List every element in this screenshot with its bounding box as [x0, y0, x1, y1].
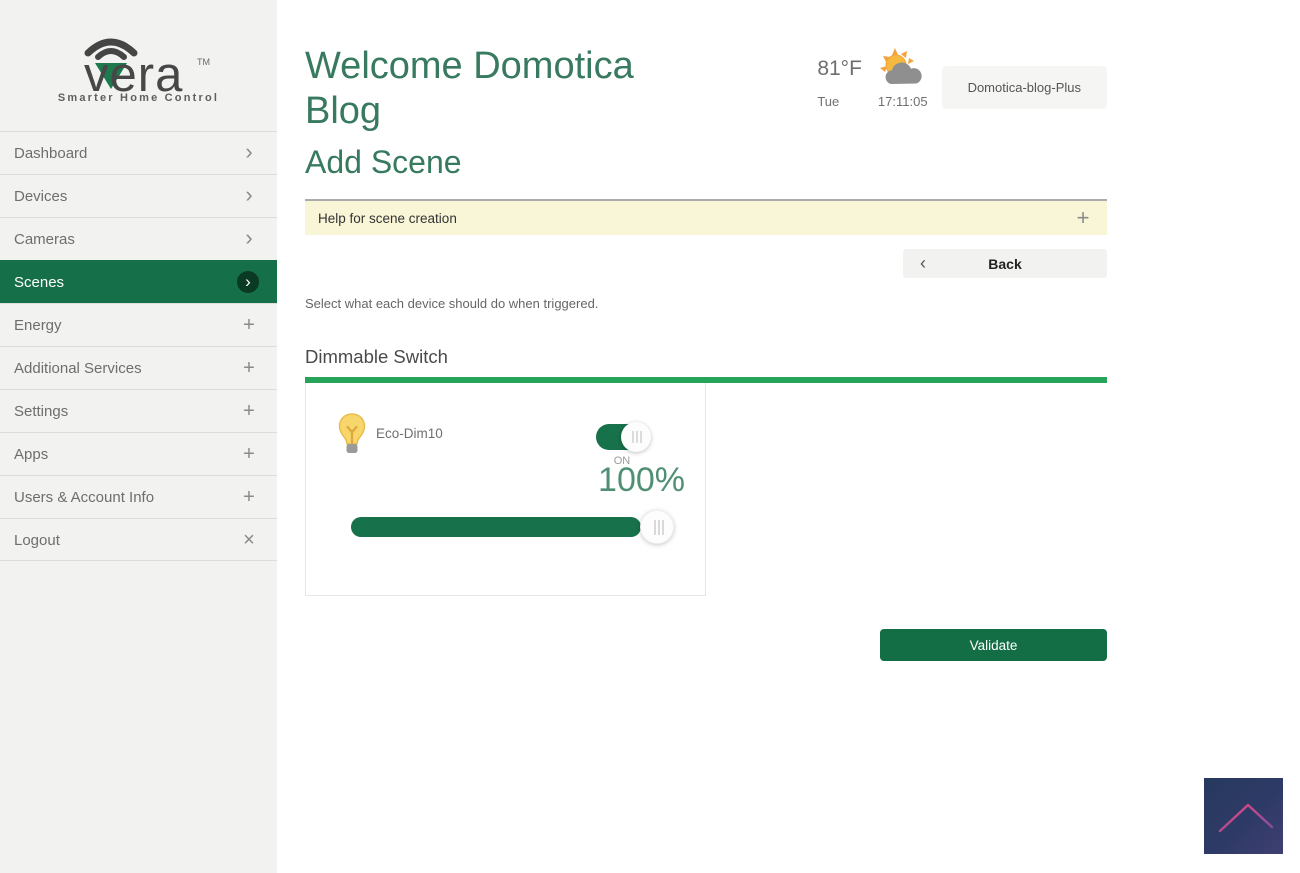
device-type-title: Dimmable Switch	[305, 346, 1107, 368]
back-button[interactable]: ‹ Back	[903, 249, 1107, 278]
plus-icon	[237, 390, 261, 433]
help-banner[interactable]: Help for scene creation +	[305, 199, 1107, 235]
sidebar-item-energy[interactable]: Energy	[0, 303, 277, 346]
device-card: Eco-Dim10 ON 100%	[305, 383, 706, 596]
vera-logo-icon: vera TM	[64, 28, 214, 94]
plus-icon	[237, 304, 261, 347]
weekday-label: Tue	[817, 94, 862, 109]
dim-level-value: 100%	[598, 461, 685, 500]
sidebar-item-label: Logout	[14, 532, 60, 549]
slider-knob[interactable]	[640, 510, 674, 544]
validate-button[interactable]: Validate	[880, 629, 1107, 661]
chevron-up-icon	[1204, 778, 1283, 854]
scroll-to-top-button[interactable]	[1204, 778, 1283, 854]
back-button-label: Back	[988, 256, 1021, 272]
sidebar-item-users-account-info[interactable]: Users & Account Info	[0, 475, 277, 518]
sidebar-item-label: Users & Account Info	[14, 489, 154, 506]
sidebar-item-scenes[interactable]: Scenes	[0, 260, 277, 303]
toggle-knob[interactable]	[621, 422, 651, 452]
chevron-right-icon	[237, 271, 259, 293]
vera-app-window: vera TM Smarter Home Control Dashboard D…	[0, 0, 1300, 873]
dim-level-slider[interactable]	[351, 510, 675, 544]
svg-text:TM: TM	[197, 57, 210, 67]
main-content: Welcome Domotica Blog 81°F	[277, 0, 1107, 661]
device-name: Eco-Dim10	[376, 426, 443, 441]
sidebar: vera TM Smarter Home Control Dashboard D…	[0, 0, 277, 873]
instruction-text: Select what each device should do when t…	[305, 296, 1107, 311]
close-icon	[237, 519, 261, 562]
weather-widget: 81°F	[817, 48, 927, 109]
sun-behind-cloud-icon	[878, 48, 926, 90]
sidebar-item-label: Additional Services	[14, 360, 142, 377]
sidebar-item-dashboard[interactable]: Dashboard	[0, 131, 277, 174]
header-status-cluster: 81°F	[817, 44, 1107, 134]
plus-icon	[237, 347, 261, 390]
plus-icon	[237, 476, 261, 519]
sidebar-item-label: Devices	[14, 188, 67, 205]
vera-logo: vera TM Smarter Home Control	[0, 0, 277, 131]
sidebar-item-devices[interactable]: Devices	[0, 174, 277, 217]
sidebar-item-label: Dashboard	[14, 145, 87, 162]
sidebar-item-label: Cameras	[14, 231, 75, 248]
page-title: Add Scene	[305, 144, 1107, 181]
sidebar-item-label: Scenes	[14, 274, 64, 291]
validate-row: Validate	[305, 629, 1107, 661]
plus-icon	[237, 433, 261, 476]
chevron-right-icon	[237, 132, 261, 175]
device-on-off-toggle[interactable]	[596, 424, 648, 450]
back-row: ‹ Back	[305, 249, 1107, 278]
chevron-left-icon: ‹	[920, 249, 926, 278]
svg-text:vera: vera	[84, 48, 183, 94]
help-banner-label: Help for scene creation	[318, 211, 457, 226]
sidebar-item-settings[interactable]: Settings	[0, 389, 277, 432]
sidebar-item-logout[interactable]: Logout	[0, 518, 277, 561]
sidebar-menu: Dashboard Devices Cameras Scenes Energy …	[0, 131, 277, 561]
slider-track[interactable]	[351, 517, 641, 537]
sidebar-item-additional-services[interactable]: Additional Services	[0, 346, 277, 389]
temperature-value: 81°F	[817, 57, 862, 81]
sidebar-item-apps[interactable]: Apps	[0, 432, 277, 475]
light-bulb-icon	[337, 413, 367, 455]
sidebar-item-label: Settings	[14, 403, 68, 420]
brand-tagline: Smarter Home Control	[58, 92, 219, 104]
chevron-right-icon	[237, 175, 261, 218]
controller-selector[interactable]: Domotica-blog-Plus	[942, 66, 1107, 109]
header-row: Welcome Domotica Blog 81°F	[305, 0, 1107, 134]
expand-plus-icon[interactable]: +	[1073, 201, 1093, 235]
welcome-title: Welcome Domotica Blog	[305, 44, 695, 134]
sidebar-item-cameras[interactable]: Cameras	[0, 217, 277, 260]
clock-time: 17:11:05	[878, 94, 928, 109]
sidebar-item-label: Apps	[14, 446, 48, 463]
chevron-right-icon	[237, 218, 261, 261]
sidebar-item-label: Energy	[14, 317, 62, 334]
